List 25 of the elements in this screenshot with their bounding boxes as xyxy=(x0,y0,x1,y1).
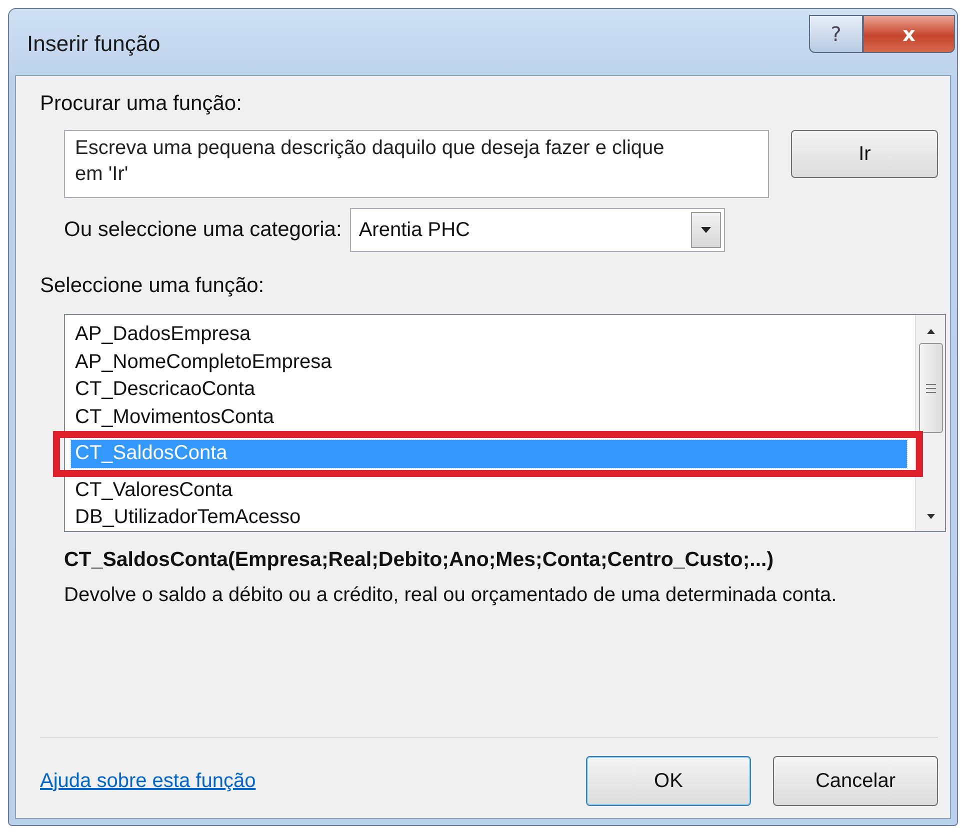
list-item[interactable]: AP_DadosEmpresa xyxy=(71,321,907,348)
close-button[interactable]: x xyxy=(863,15,955,53)
window-title: Inserir função xyxy=(27,31,160,57)
category-label: Ou seleccione uma categoria: xyxy=(64,218,342,242)
scrollbar[interactable] xyxy=(915,315,945,531)
list-item[interactable]: CT_MovimentosConta xyxy=(71,404,907,431)
list-item[interactable]: CT_DescricaoConta xyxy=(71,376,907,404)
cancel-button[interactable]: Cancelar xyxy=(773,756,938,806)
category-dropdown[interactable]: Arentia PHC xyxy=(350,208,725,252)
help-link[interactable]: Ajuda sobre esta função xyxy=(40,770,256,792)
go-button[interactable]: Ir xyxy=(791,130,938,178)
scroll-up-icon[interactable] xyxy=(924,327,936,335)
scrollbar-thumb[interactable] xyxy=(918,343,942,433)
search-field[interactable]: Escreva uma pequena descrição daquilo que deseja fazer e clique em 'Ir' xyxy=(64,130,770,198)
list-item[interactable]: CT_ValoresConta xyxy=(71,476,907,504)
dropdown-arrow-icon xyxy=(700,226,712,234)
search-label: Procurar uma função: xyxy=(40,92,243,116)
function-description: Devolve o saldo a débito ou a crédito, real ou orçamentado de uma determinada conta. xyxy=(64,583,838,608)
list-item[interactable]: DB_UtilizadorTemAcesso xyxy=(71,504,907,532)
help-button[interactable]: ? xyxy=(809,15,863,53)
list-item[interactable]: AP_NomeCompletoEmpresa xyxy=(71,348,907,376)
scroll-down-icon[interactable] xyxy=(924,513,936,521)
function-signature: CT_SaldosConta(Empresa;Real;Debito;Ano;Mes;Conta;Centro_Custo;...) xyxy=(64,548,775,572)
function-list-label: Seleccione uma função: xyxy=(40,274,266,298)
ok-button[interactable]: OK xyxy=(586,756,751,806)
